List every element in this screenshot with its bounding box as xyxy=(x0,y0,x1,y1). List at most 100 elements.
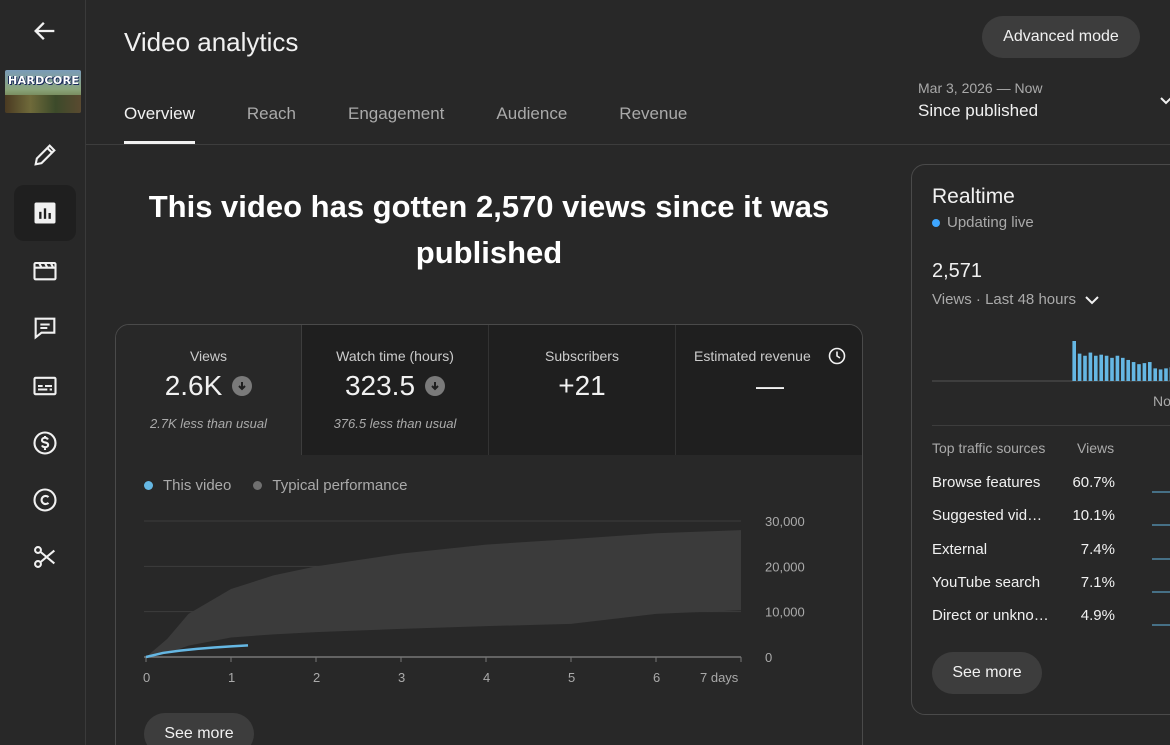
date-range-picker[interactable]: Mar 3, 2026 — Now Since published xyxy=(918,80,1043,121)
metric-watch-time[interactable]: Watch time (hours) 323.5 376.5 less than… xyxy=(302,325,489,455)
x-tick-label: 6 xyxy=(653,670,660,685)
nav-rail: HARDCORE xyxy=(0,0,86,745)
realtime-bar xyxy=(1158,369,1163,381)
traffic-sparkline xyxy=(1152,491,1170,493)
tab-revenue[interactable]: Revenue xyxy=(619,104,687,144)
realtime-bar xyxy=(1137,364,1141,381)
see-more-button[interactable]: See more xyxy=(932,652,1042,694)
realtime-bar xyxy=(1164,368,1168,381)
advanced-mode-button[interactable]: Advanced mode xyxy=(982,16,1140,58)
tab-overview[interactable]: Overview xyxy=(124,104,195,144)
realtime-range-dropdown[interactable]: Views · Last 48 hours xyxy=(932,291,1100,308)
traffic-sparkline xyxy=(1152,524,1170,526)
x-tick-label: 0 xyxy=(143,670,150,685)
metric-note: 376.5 less than usual xyxy=(333,416,457,431)
realtime-status: Updating live xyxy=(932,214,1034,231)
y-tick-label: 0 xyxy=(765,650,772,665)
realtime-subtitle: Views · Last 48 hours xyxy=(932,291,1076,308)
y-tick-label: 20,000 xyxy=(765,559,805,574)
realtime-bar xyxy=(1104,355,1109,381)
clapperboard-icon[interactable] xyxy=(14,242,76,298)
analytics-icon[interactable] xyxy=(14,185,76,241)
live-dot-icon xyxy=(932,218,940,227)
tabs-divider xyxy=(86,144,1170,145)
legend-typical[interactable]: Typical performance xyxy=(253,477,407,494)
tab-audience[interactable]: Audience xyxy=(496,104,567,144)
traffic-source-row[interactable]: YouTube search 7.1% xyxy=(932,574,1170,596)
traffic-source-row[interactable]: External 7.4% xyxy=(932,541,1170,563)
x-tick-label: 5 xyxy=(568,670,575,685)
metric-estimated-revenue[interactable]: Estimated revenue — xyxy=(676,325,862,455)
realtime-status-text: Updating live xyxy=(947,214,1034,231)
copyright-icon[interactable] xyxy=(14,472,76,528)
traffic-source-name: Direct or unkno… xyxy=(932,607,1049,624)
dollar-icon[interactable] xyxy=(14,415,76,471)
metric-value: — xyxy=(756,370,784,401)
traffic-source-name: YouTube search xyxy=(932,574,1041,591)
metric-note: 2.7K less than usual xyxy=(149,416,268,431)
realtime-title: Realtime xyxy=(932,185,1015,208)
video-thumbnail[interactable]: HARDCORE xyxy=(5,70,81,113)
traffic-source-row[interactable]: Direct or unkno… 4.9% xyxy=(932,607,1170,629)
x-tick-label: 3 xyxy=(398,670,405,685)
metric-value-wrap: 2.6K xyxy=(116,370,301,402)
x-tick-label: 2 xyxy=(313,670,320,685)
down-arrow-icon xyxy=(232,376,253,396)
traffic-source-row[interactable]: Browse features 60.7% xyxy=(932,474,1170,496)
realtime-bar xyxy=(1083,355,1087,381)
x-tick-label: 1 xyxy=(228,670,235,685)
back-arrow-icon[interactable] xyxy=(14,3,76,59)
realtime-bar xyxy=(1115,355,1120,381)
realtime-bar xyxy=(1121,357,1125,381)
date-range-dates: Mar 3, 2026 — Now xyxy=(918,80,1043,96)
traffic-source-row[interactable]: Suggested vid… 10.1% xyxy=(932,507,1170,529)
headline: This video has gotten 2,570 views since … xyxy=(148,189,830,270)
legend-this-video[interactable]: This video xyxy=(144,477,231,494)
tab-bar: Overview Reach Engagement Audience Reven… xyxy=(124,104,739,144)
realtime-count: 2,571 xyxy=(932,260,983,282)
legend-dot xyxy=(253,481,263,490)
thumbnail-text: HARDCORE xyxy=(8,74,80,87)
traffic-views-header: Views xyxy=(1077,440,1115,456)
y-tick-label: 10,000 xyxy=(765,605,805,620)
realtime-now-label: Now xyxy=(1153,393,1170,409)
realtime-bar xyxy=(1126,359,1130,381)
realtime-bar xyxy=(1148,362,1152,381)
legend-label: This video xyxy=(163,477,232,494)
metric-value: 323.5 xyxy=(344,370,416,401)
pencil-icon[interactable] xyxy=(14,127,76,183)
metric-label: Subscribers xyxy=(545,348,619,364)
metric-label: Views xyxy=(189,348,228,364)
traffic-sparkline xyxy=(1152,558,1170,560)
realtime-panel: Realtime Updating live 2,571 Views · Las… xyxy=(911,164,1170,715)
scissors-icon[interactable] xyxy=(14,529,76,585)
realtime-bar xyxy=(1077,353,1082,381)
metric-value: +21 xyxy=(558,370,606,401)
date-range-label: Since published xyxy=(918,101,1039,120)
divider xyxy=(932,425,1170,426)
chevron-down-icon[interactable] xyxy=(1160,94,1170,108)
chart-legend: This video Typical performance xyxy=(144,477,429,494)
metrics-row: Views 2.6K 2.7K less than usual Watch ti… xyxy=(116,325,862,455)
realtime-bar xyxy=(1088,352,1093,381)
tab-reach[interactable]: Reach xyxy=(247,104,296,144)
traffic-source-percent: 7.1% xyxy=(1080,574,1115,591)
x-tick-label: 4 xyxy=(483,670,490,685)
realtime-bar-chart xyxy=(932,341,1170,382)
legend-label: Typical performance xyxy=(272,477,408,494)
chevron-down-icon xyxy=(1085,295,1099,304)
x-tick-label: 7 days xyxy=(700,670,739,685)
see-more-button[interactable]: See more xyxy=(144,713,254,745)
metric-views[interactable]: Views 2.6K 2.7K less than usual xyxy=(116,325,302,455)
traffic-sparkline xyxy=(1152,624,1170,626)
realtime-bar xyxy=(1142,363,1147,381)
views-chart[interactable]: 0 10,000 20,000 30,000 0 1 2 3 4 5 6 7 days xyxy=(116,495,863,695)
metrics-card: Views 2.6K 2.7K less than usual Watch ti… xyxy=(115,324,863,745)
comments-icon[interactable] xyxy=(14,300,76,356)
metric-subscribers[interactable]: Subscribers +21 xyxy=(489,325,676,455)
realtime-bar xyxy=(1153,368,1157,381)
y-tick-label: 30,000 xyxy=(765,514,805,529)
traffic-source-name: Suggested vid… xyxy=(932,507,1043,524)
tab-engagement[interactable]: Engagement xyxy=(348,104,444,144)
subtitles-icon[interactable] xyxy=(14,358,76,414)
